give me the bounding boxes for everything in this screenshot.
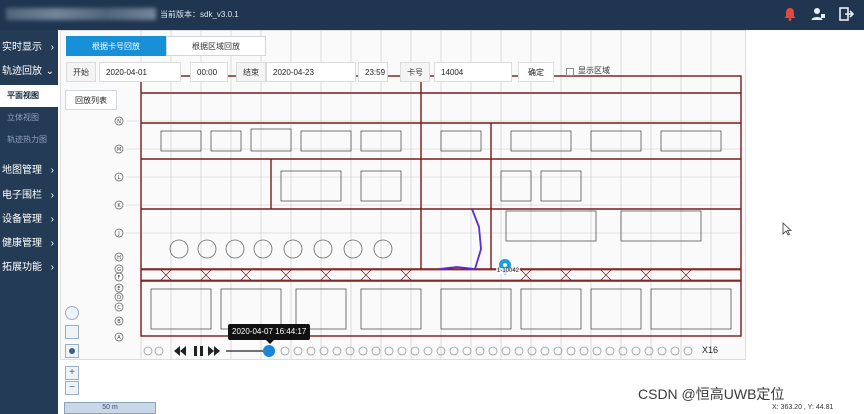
menu-extensions[interactable]: 拓展功能 › xyxy=(0,258,58,278)
menu-label: 实时显示 xyxy=(2,42,42,53)
menu-realtime-display[interactable]: 实时显示 › xyxy=(0,38,58,58)
menu-e-fence[interactable]: 电子围栏 › xyxy=(0,186,58,206)
playback-track-path xyxy=(438,208,482,270)
menu-label: 健康管理 xyxy=(2,238,42,249)
submenu-3d-view[interactable]: 立体视图 xyxy=(0,107,58,129)
start-date-input[interactable]: 2020-04-01 xyxy=(99,62,181,82)
chevron-down-icon: ⌄ xyxy=(45,66,54,77)
blurred-app-title xyxy=(6,8,156,20)
playback-list-button[interactable]: 回放列表 xyxy=(65,90,117,110)
mouse-cursor-icon xyxy=(782,222,792,236)
version-label: 当前版本：sdk_v3.0.1 xyxy=(160,10,239,19)
row-label-e: E xyxy=(117,286,120,292)
zoom-out-button[interactable]: − xyxy=(65,381,79,395)
chevron-right-icon: › xyxy=(50,262,54,273)
playback-time-tooltip: 2020-04-07 16:44:17 xyxy=(228,324,311,344)
logout-icon[interactable] xyxy=(838,6,854,22)
menu-map-management[interactable]: 地图管理 › xyxy=(0,161,58,181)
menu-label: 电子围栏 xyxy=(2,190,42,201)
submenu-plan-view[interactable]: 平面视图 xyxy=(0,85,58,107)
chevron-right-icon: › xyxy=(50,42,54,53)
submenu-track-heatmap[interactable]: 轨迹热力图 xyxy=(0,129,58,151)
pause-icon[interactable] xyxy=(194,346,203,356)
tab-playback-by-card[interactable]: 根据卡号回放 xyxy=(66,36,166,56)
watermark: CSDN @恒高UWB定位 xyxy=(638,386,785,402)
menu-health-management[interactable]: 健康管理 › xyxy=(0,234,58,254)
row-label-a: A xyxy=(117,335,121,341)
cursor-coordinates: X: 363.20 , Y: 44.81 xyxy=(772,404,834,411)
row-label-h: H xyxy=(117,255,121,261)
chevron-right-icon: › xyxy=(50,165,54,176)
row-label-n: N xyxy=(117,119,121,125)
equipment-circles xyxy=(169,239,393,259)
playback-speed[interactable]: X16 xyxy=(702,345,718,355)
menu-label: 设备管理 xyxy=(2,214,42,225)
start-label: 开始 xyxy=(66,62,96,82)
row-label-m: M xyxy=(117,147,121,153)
chevron-right-icon: › xyxy=(50,238,54,249)
row-label-b: B xyxy=(117,319,121,325)
confirm-button[interactable]: 确定 xyxy=(518,62,554,82)
menu-label: 轨迹回放 xyxy=(2,66,42,77)
user-icon[interactable] xyxy=(810,6,826,22)
start-time-input[interactable]: 00:00 xyxy=(190,62,228,82)
circle-tool-icon[interactable] xyxy=(65,306,79,320)
row-label-c: C xyxy=(117,305,121,311)
timeline-playhead[interactable] xyxy=(263,345,275,357)
tab-playback-by-area[interactable]: 根据区域回放 xyxy=(166,36,266,56)
sidebar: 实时显示 › 轨迹回放 ⌄ 平面视图 立体视图 轨迹热力图 地图管理 › 电子围… xyxy=(0,30,58,414)
menu-label: 地图管理 xyxy=(2,165,42,176)
tag-label: 1-10042 xyxy=(496,268,521,274)
row-label-d: D xyxy=(117,295,121,301)
alarm-bell-icon[interactable] xyxy=(782,6,798,22)
chevron-right-icon: › xyxy=(50,190,54,201)
end-time-input[interactable]: 23:59 xyxy=(358,62,388,82)
card-number-label: 卡号 xyxy=(400,62,430,82)
chevron-right-icon: › xyxy=(50,214,54,225)
menu-device-management[interactable]: 设备管理 › xyxy=(0,210,58,230)
playback-controls xyxy=(143,346,693,356)
scale-bar: 50 m xyxy=(64,402,156,414)
show-area-label: 显示区域 xyxy=(578,66,610,75)
zoom-in-button[interactable]: + xyxy=(65,366,79,380)
menu-label: 拓展功能 xyxy=(2,262,42,273)
fast-forward-icon[interactable] xyxy=(208,346,220,356)
top-bar: 当前版本：sdk_v3.0.1 xyxy=(0,0,864,30)
row-label-j: J xyxy=(117,231,119,237)
end-label: 结束 xyxy=(236,62,266,82)
row-label-g: G xyxy=(117,267,121,273)
card-number-input[interactable]: 14004 xyxy=(434,62,512,82)
show-area-checkbox[interactable] xyxy=(566,68,574,76)
rewind-icon[interactable] xyxy=(174,346,186,356)
row-label-l: L xyxy=(118,175,121,181)
row-label-f: F xyxy=(118,275,121,281)
ruler-tool-icon[interactable] xyxy=(65,325,79,339)
end-date-input[interactable]: 2020-04-23 xyxy=(266,62,356,82)
locate-icon[interactable] xyxy=(65,344,79,358)
menu-track-playback[interactable]: 轨迹回放 ⌄ xyxy=(0,62,58,82)
